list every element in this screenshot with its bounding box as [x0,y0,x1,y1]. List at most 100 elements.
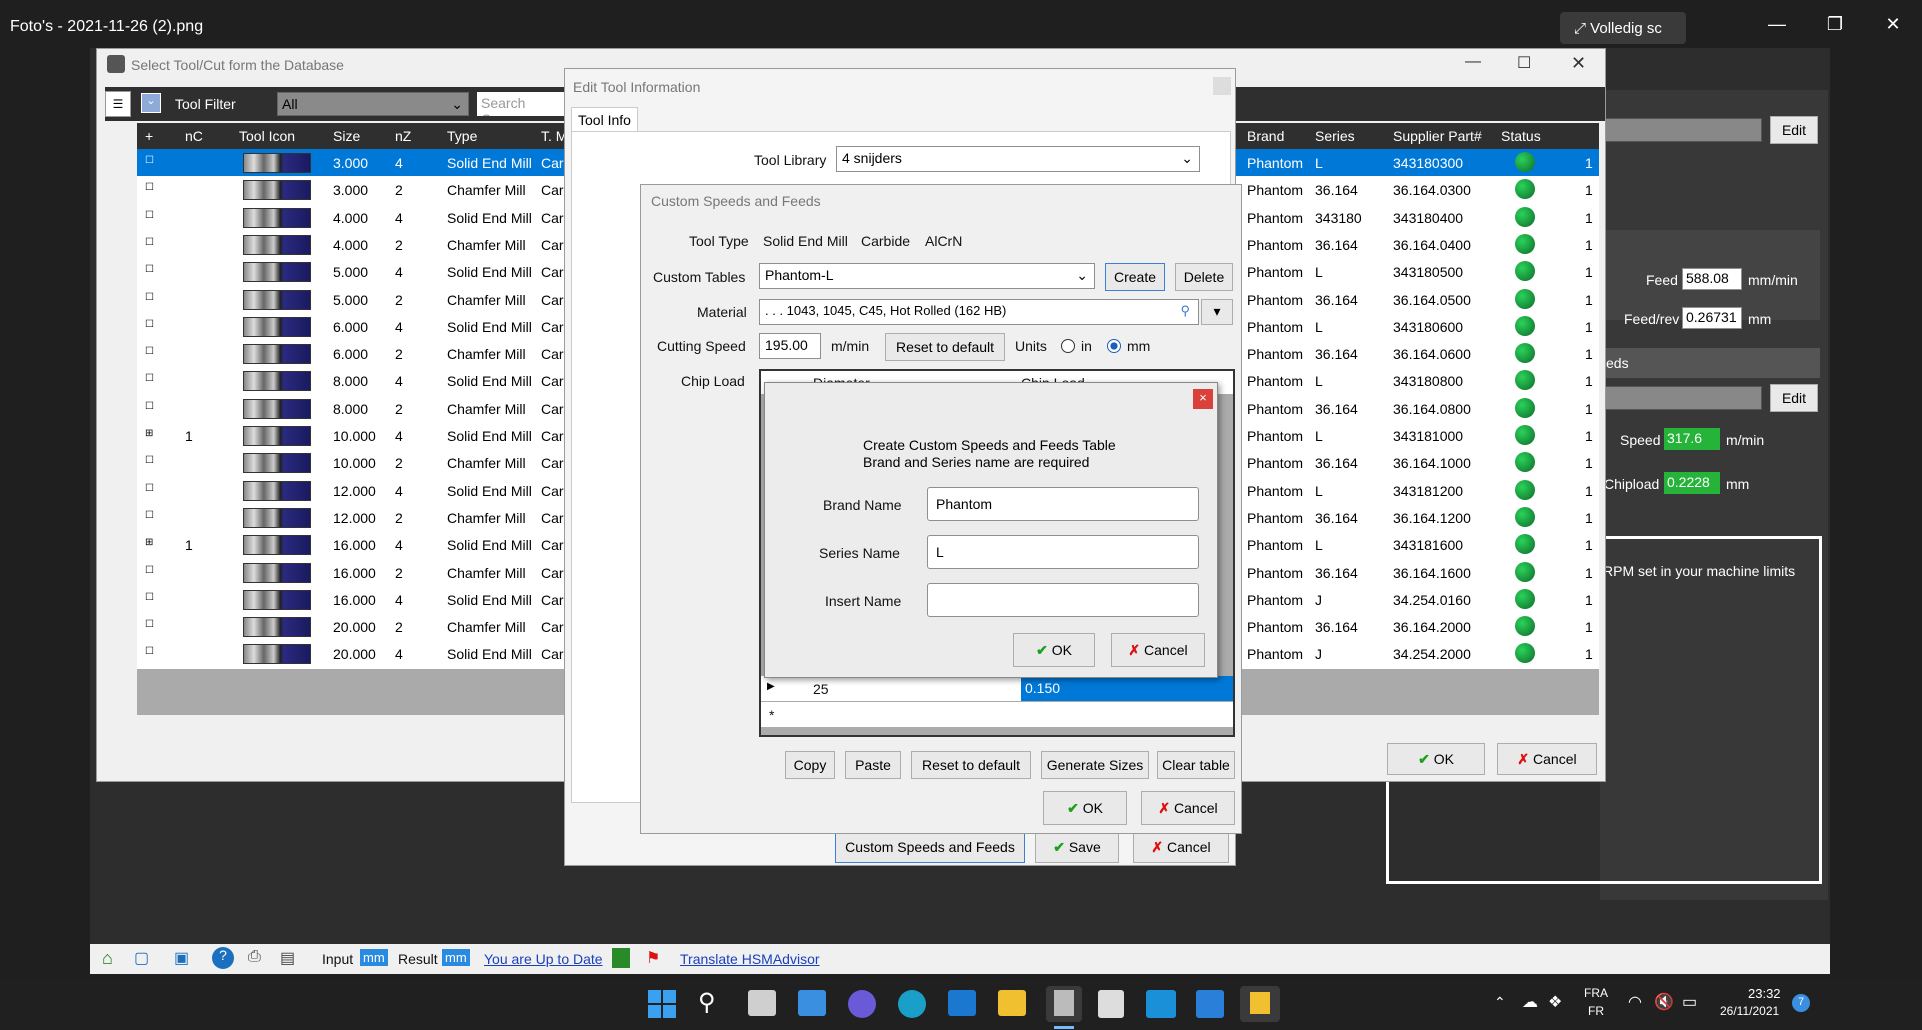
row-expander[interactable]: ☐ [145,292,154,303]
files-icon[interactable] [1240,986,1280,1022]
clipboard-icon[interactable]: ▤ [280,948,295,968]
filter-select[interactable]: All ⌄ [277,92,469,116]
stack-icon[interactable] [612,948,630,968]
unit-in-radio[interactable] [1061,339,1075,353]
search-icon[interactable]: ⚲ [698,988,716,1017]
start-icon[interactable] [648,990,676,1018]
widgets-icon[interactable] [798,990,826,1016]
wifi-icon[interactable]: ◠ [1628,992,1642,1012]
right-dropdown-2[interactable] [1600,386,1762,410]
series-name-input[interactable]: L [927,535,1199,569]
close-icon[interactable]: ✕ [1571,53,1586,74]
dialog-ok-button[interactable]: ✔ OK [1013,633,1095,667]
clock-date[interactable]: 26/11/2021 [1720,1004,1779,1018]
help-icon[interactable]: ? [212,947,234,969]
generate-sizes-button[interactable]: Generate Sizes [1041,751,1149,779]
lang-secondary[interactable]: FR [1588,1004,1604,1018]
edit-button[interactable]: Edit [1770,116,1818,144]
chat-icon[interactable] [848,990,876,1018]
home-icon[interactable]: ⌂ [102,948,113,969]
edit-button-2[interactable]: Edit [1770,384,1818,412]
mail-icon[interactable] [948,990,976,1016]
main-cancel-button[interactable]: ✗ Cancel [1497,743,1597,775]
print-icon[interactable]: ⎙ [248,948,261,966]
save-button[interactable]: ✔ Save [1035,831,1119,863]
comment-icon[interactable]: ▣ [174,948,189,968]
search-input[interactable]: Search Comm [477,92,567,116]
feedrev-input[interactable]: 0.26731 [1682,307,1742,329]
row-expander[interactable]: ☐ [145,401,154,412]
chat-icon[interactable]: ▢ [134,948,149,968]
notepad-icon[interactable] [1098,990,1124,1018]
delete-button[interactable]: Delete [1175,263,1233,291]
speeds-cancel-button[interactable]: ✗ Cancel [1141,791,1235,825]
task-view-icon[interactable] [748,990,776,1016]
row-expander[interactable]: ☐ [145,619,154,630]
restore-icon[interactable]: ❐ [1820,14,1850,35]
reset-default-button[interactable]: Reset to default [885,333,1005,361]
table-row[interactable]: ▶ 25 0.150 [761,675,1233,702]
close-icon[interactable]: ✕ [1878,14,1908,35]
lang-primary[interactable]: FRA [1584,986,1608,1000]
row-expander[interactable]: ☐ [145,483,154,494]
row-expander[interactable]: ☐ [145,373,154,384]
close-icon[interactable]: × [1193,389,1213,409]
tables-select[interactable]: Phantom-L ⌄ [759,263,1095,289]
row-expander[interactable]: ☐ [145,646,154,657]
row-expander[interactable]: ☐ [145,565,154,576]
main-ok-button[interactable]: ✔ OK [1387,743,1485,775]
update-link[interactable]: You are Up to Date [484,951,603,967]
row-expander[interactable]: ☐ [145,210,154,221]
row-expander[interactable]: ☐ [145,592,154,603]
dymo-icon[interactable] [1146,990,1176,1018]
notification-badge[interactable]: 7 [1792,994,1810,1012]
hsmadvisor-icon[interactable] [1046,986,1082,1029]
cloud-icon[interactable]: ☁ [1522,992,1538,1012]
row-expander[interactable]: ☐ [145,319,154,330]
maximize-icon[interactable]: ☐ [1517,53,1531,73]
new-row[interactable]: * [761,701,1233,727]
clock-time[interactable]: 23:32 [1748,986,1781,1001]
row-expander[interactable]: ☐ [145,264,154,275]
library-select[interactable]: 4 snijders ⌄ [836,146,1200,172]
tab-tool-info[interactable]: Tool Info [571,107,638,132]
minimize-icon[interactable]: — [1465,53,1481,71]
minimize-icon[interactable]: — [1762,14,1792,35]
list-icon[interactable]: ☰ [105,91,131,117]
row-chipload[interactable]: 0.150 [1021,676,1233,702]
input-unit[interactable]: mm [360,949,388,966]
filter-toggle-icon[interactable]: ⌄ [141,93,161,113]
right-dropdown[interactable] [1600,118,1762,142]
paste-button[interactable]: Paste [845,751,901,779]
close-icon[interactable] [1213,77,1231,95]
material-dropdown-button[interactable]: ▾ [1201,299,1233,325]
battery-icon[interactable]: ▭ [1682,992,1697,1012]
brand-name-input[interactable]: Phantom [927,487,1199,521]
clear-table-button[interactable]: Clear table [1157,751,1235,779]
row-expander[interactable]: ☐ [145,510,154,521]
row-expander[interactable]: ⊞ [145,537,153,548]
mute-icon[interactable]: 🔇 [1654,992,1674,1012]
fullscreen-button[interactable]: ⤢ Volledig sc [1560,12,1686,44]
dropbox-icon[interactable]: ❖ [1548,992,1562,1012]
row-expander[interactable]: ☐ [145,182,154,193]
row-expander[interactable]: ⊞ [145,428,153,439]
row-expander[interactable]: ☐ [145,346,154,357]
result-unit[interactable]: mm [442,949,470,966]
dialog-cancel-button[interactable]: ✗ Cancel [1111,633,1205,667]
create-button[interactable]: Create [1105,263,1165,291]
edit-cancel-button[interactable]: ✗ Cancel [1133,831,1229,863]
row-expander[interactable]: ☐ [145,155,154,166]
edge-icon[interactable] [898,990,926,1018]
unit-mm-radio[interactable] [1107,339,1121,353]
row-expander[interactable]: ☐ [145,237,154,248]
insert-name-input[interactable] [927,583,1199,617]
feed-input[interactable]: 588.08 [1682,268,1742,290]
reset-default-button-2[interactable]: Reset to default [911,751,1031,779]
row-expander[interactable]: ☐ [145,455,154,466]
material-input[interactable]: . . . 1043, 1045, C45, Hot Rolled (162 H… [759,299,1199,325]
speeds-ok-button[interactable]: ✔ OK [1043,791,1127,825]
custom-speeds-button[interactable]: Custom Speeds and Feeds [835,831,1025,863]
search-icon[interactable]: ⚲ [1180,303,1190,319]
copy-button[interactable]: Copy [785,751,835,779]
